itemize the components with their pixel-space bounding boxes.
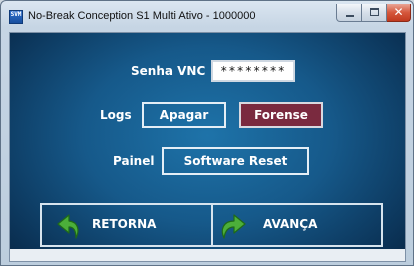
close-icon: ✕ (393, 5, 404, 19)
status-strip (10, 249, 405, 261)
curved-arrow-left-icon (57, 214, 79, 239)
config-panel: Senha VNC Logs Apagar Forense Painel Sof… (9, 32, 406, 262)
curved-arrow-right-icon (221, 214, 246, 239)
application-window: SVM No-Break Conception S1 Multi Ativo -… (0, 0, 414, 266)
avanca-button[interactable]: AVANÇA (213, 205, 381, 245)
avanca-label: AVANÇA (263, 217, 318, 231)
close-button[interactable]: ✕ (387, 4, 411, 22)
title-bar[interactable]: SVM No-Break Conception S1 Multi Ativo -… (1, 1, 413, 32)
logs-label: Logs (100, 108, 132, 122)
password-label: Senha VNC (131, 64, 206, 78)
maximize-button[interactable] (362, 4, 387, 22)
painel-label: Painel (113, 154, 155, 168)
minimize-button[interactable] (336, 4, 362, 22)
navigation-bar: RETORNA AVANÇA (40, 203, 383, 247)
maximize-icon (370, 8, 379, 16)
app-icon: SVM (9, 10, 23, 24)
vnc-password-field[interactable] (211, 60, 295, 82)
forense-button[interactable]: Forense (239, 102, 323, 128)
retorna-button[interactable]: RETORNA (42, 205, 211, 245)
apagar-button[interactable]: Apagar (142, 102, 226, 128)
software-reset-button[interactable]: Software Reset (162, 147, 309, 175)
minimize-icon (346, 15, 354, 17)
retorna-label: RETORNA (92, 217, 157, 231)
window-title: No-Break Conception S1 Multi Ativo - 100… (28, 10, 256, 22)
